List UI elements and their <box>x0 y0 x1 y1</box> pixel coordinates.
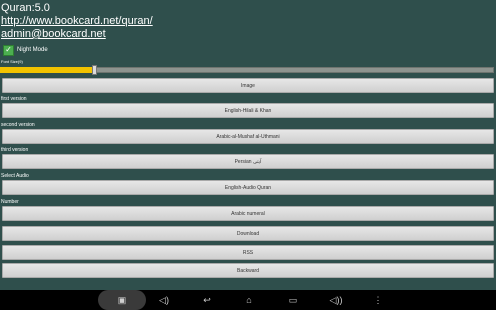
rss-button[interactable]: RSS <box>2 245 494 260</box>
second-version-label: second version <box>1 122 35 128</box>
third-version-button[interactable]: Persian آیتی <box>2 154 494 169</box>
first-version-button[interactable]: English-Hilali & Khan <box>2 103 494 118</box>
backward-button[interactable]: Backward <box>2 263 494 278</box>
image-button[interactable]: Image <box>2 78 494 93</box>
slider-fill <box>0 67 94 73</box>
download-button[interactable]: Download <box>2 226 494 241</box>
slider-thumb[interactable] <box>92 65 97 75</box>
audio-button[interactable]: English-Audio Quran <box>2 180 494 195</box>
volume-up-icon[interactable]: ◁)) <box>327 294 345 306</box>
screenshot-icon[interactable]: ▣ <box>112 294 132 306</box>
recent-apps-icon[interactable]: ▭ <box>284 294 302 306</box>
email-link[interactable]: admin@bookcard.net <box>1 28 106 41</box>
night-mode-toggle[interactable]: ✓ Night Mode <box>3 44 48 56</box>
system-navigation-bar: ▣ ◁) ↩ ⌂ ▭ ◁)) ⋮ <box>0 290 496 310</box>
home-icon[interactable]: ⌂ <box>240 294 258 306</box>
select-audio-label: Select Audio <box>1 173 29 179</box>
third-version-label: third version <box>1 147 29 153</box>
settings-screen: Quran:5.0 http://www.bookcard.net/quran/… <box>0 0 496 290</box>
back-icon[interactable]: ↩ <box>198 294 216 306</box>
font-size-slider[interactable] <box>0 65 494 75</box>
first-version-label: first version <box>1 96 27 102</box>
volume-down-icon[interactable]: ◁) <box>155 294 173 306</box>
number-label: Number <box>1 199 19 205</box>
second-version-button[interactable]: Arabic-al-Mushaf al-Uthmani <box>2 129 494 144</box>
night-mode-checkbox[interactable]: ✓ <box>3 44 14 56</box>
night-mode-label: Night Mode <box>17 47 48 53</box>
number-format-button[interactable]: Arabic numeral <box>2 206 494 221</box>
more-icon[interactable]: ⋮ <box>369 294 387 306</box>
app-version: Quran:5.0 <box>1 2 50 14</box>
website-link[interactable]: http://www.bookcard.net/quran/ <box>1 15 153 28</box>
font-size-label: Font Size(9) <box>1 59 23 64</box>
